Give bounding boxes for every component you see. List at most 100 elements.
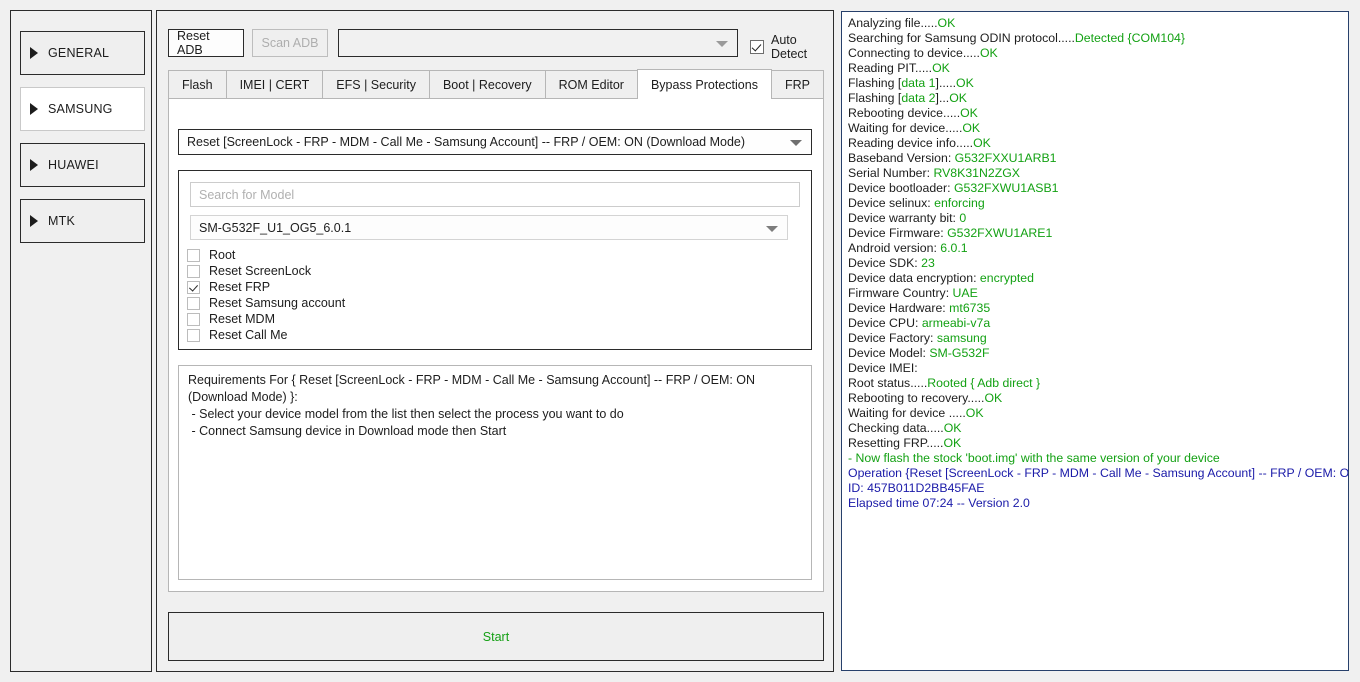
sidebar-item-label: MTK bbox=[48, 214, 75, 228]
option-reset-call-me[interactable]: Reset Call Me bbox=[187, 327, 587, 343]
log-line: Operation {Reset [ScreenLock - FRP - MDM… bbox=[848, 466, 1348, 481]
log-segment: Operation {Reset [ScreenLock - FRP - MDM… bbox=[848, 466, 1349, 480]
log-segment: Device bootloader: bbox=[848, 181, 954, 195]
log-line: Rebooting device.....OK bbox=[848, 106, 1343, 121]
log-line: Android version: 6.0.1 bbox=[848, 241, 1343, 256]
log-segment: data 2 bbox=[901, 91, 936, 105]
log-segment: G532FXXU1ARB1 bbox=[954, 151, 1057, 165]
sidebar: GENERAL SAMSUNG HUAWEI MTK bbox=[10, 10, 152, 672]
log-segment: G532FXWU1ARE1 bbox=[947, 226, 1053, 240]
model-search-input[interactable] bbox=[190, 182, 800, 207]
auto-detect-checkbox[interactable]: Auto Detect bbox=[750, 33, 824, 61]
option-reset-frp[interactable]: Reset FRP bbox=[187, 279, 587, 295]
model-group-box: SM-G532F_U1_OG5_6.0.1 Root Reset ScreenL… bbox=[178, 170, 812, 350]
option-label: Reset ScreenLock bbox=[209, 264, 312, 278]
option-reset-mdm[interactable]: Reset MDM bbox=[187, 311, 587, 327]
checkbox-box bbox=[187, 296, 200, 310]
sidebar-item-general[interactable]: GENERAL bbox=[20, 31, 145, 75]
adb-toolbar: Reset ADB Scan ADB Auto Detect bbox=[168, 29, 824, 61]
log-line: Searching for Samsung ODIN protocol.....… bbox=[848, 31, 1343, 46]
requirements-line: - Connect Samsung device in Download mod… bbox=[188, 424, 507, 438]
tab-label: Flash bbox=[182, 78, 213, 92]
tab-label: EFS | Security bbox=[336, 78, 416, 92]
log-segment: Device warranty bit: bbox=[848, 211, 960, 225]
log-segment: Elapsed time 07:24 -- Version 2.0 bbox=[848, 496, 1030, 510]
log-segment: Detected {COM104} bbox=[1074, 31, 1185, 45]
sidebar-item-huawei[interactable]: HUAWEI bbox=[20, 143, 145, 187]
log-segment: Device Hardware: bbox=[848, 301, 950, 315]
log-segment: ]..... bbox=[935, 76, 957, 90]
log-segment: Device data encryption: bbox=[848, 271, 980, 285]
log-output-panel[interactable]: Analyzing file.....OK Searching for Samsu… bbox=[841, 11, 1349, 671]
chevron-down-icon bbox=[790, 140, 802, 146]
tab-label: Boot | Recovery bbox=[442, 78, 532, 92]
tab-content-panel: Reset [ScreenLock - FRP - MDM - Call Me … bbox=[168, 98, 824, 592]
tab-boot-recovery[interactable]: Boot | Recovery bbox=[428, 70, 546, 99]
log-segment: Connecting to device..... bbox=[848, 46, 980, 60]
log-segment: - Now flash the stock 'boot.img' with th… bbox=[848, 451, 1220, 465]
log-line: Device SDK: 23 bbox=[848, 256, 1343, 271]
log-segment: OK bbox=[943, 436, 962, 450]
sidebar-item-samsung[interactable]: SAMSUNG bbox=[20, 87, 145, 131]
log-segment: Reading PIT..... bbox=[848, 61, 933, 75]
model-combobox[interactable]: SM-G532F_U1_OG5_6.0.1 bbox=[190, 215, 788, 240]
log-line: Device CPU: armeabi-v7a bbox=[848, 316, 1343, 331]
log-segment: Root status..... bbox=[848, 376, 928, 390]
log-segment: encrypted bbox=[979, 271, 1034, 285]
model-selected-label: SM-G532F_U1_OG5_6.0.1 bbox=[199, 220, 352, 235]
sidebar-item-mtk[interactable]: MTK bbox=[20, 199, 145, 243]
option-label: Reset MDM bbox=[209, 312, 275, 326]
log-line: Device Factory: samsung bbox=[848, 331, 1343, 346]
log-segment: Flashing [ bbox=[848, 91, 902, 105]
log-line: Device Firmware: G532FXWU1ARE1 bbox=[848, 226, 1343, 241]
log-line: Device warranty bit: 0 bbox=[848, 211, 1343, 226]
operation-combobox[interactable]: Reset [ScreenLock - FRP - MDM - Call Me … bbox=[178, 129, 812, 155]
tab-flash[interactable]: Flash bbox=[168, 70, 227, 99]
log-line: - Now flash the stock 'boot.img' with th… bbox=[848, 451, 1343, 466]
option-reset-screenlock[interactable]: Reset ScreenLock bbox=[187, 263, 587, 279]
tab-frp[interactable]: FRP bbox=[770, 70, 824, 99]
log-line: Device data encryption: encrypted bbox=[848, 271, 1343, 286]
log-segment: armeabi-v7a bbox=[921, 316, 991, 330]
log-line: Connecting to device.....OK bbox=[848, 46, 1343, 61]
sidebar-item-label: SAMSUNG bbox=[48, 102, 113, 116]
tab-efs-security[interactable]: EFS | Security bbox=[322, 70, 430, 99]
start-button-label: Start bbox=[482, 629, 510, 644]
log-segment: OK bbox=[965, 406, 984, 420]
log-line: Serial Number: RV8K31N2ZGX bbox=[848, 166, 1343, 181]
log-segment: Searching for Samsung ODIN protocol..... bbox=[848, 31, 1075, 45]
log-line: Flashing [data 1].....OK bbox=[848, 76, 1343, 91]
log-segment: OK bbox=[984, 391, 1003, 405]
log-segment: OK bbox=[956, 76, 974, 90]
log-line: Device Hardware: mt6735 bbox=[848, 301, 1343, 316]
log-segment: data 1 bbox=[901, 76, 936, 90]
log-segment: OK bbox=[937, 16, 956, 30]
option-root[interactable]: Root bbox=[187, 247, 587, 263]
tab-rom-editor[interactable]: ROM Editor bbox=[544, 70, 638, 99]
main-panel: Reset ADB Scan ADB Auto Detect Flash IME… bbox=[156, 10, 834, 672]
chevron-down-icon bbox=[766, 225, 778, 232]
log-segment: Device SDK: bbox=[848, 256, 922, 270]
requirements-line: - Select your device model from the list… bbox=[188, 407, 624, 421]
chevron-right-icon bbox=[30, 103, 38, 115]
option-reset-samsung-account[interactable]: Reset Samsung account bbox=[187, 295, 587, 311]
log-line: Waiting for device.....OK bbox=[848, 121, 1343, 136]
auto-detect-label: Auto Detect bbox=[771, 33, 808, 61]
scan-adb-button[interactable]: Scan ADB bbox=[252, 29, 328, 57]
sidebar-item-label: HUAWEI bbox=[48, 158, 99, 172]
chevron-down-icon bbox=[716, 41, 728, 47]
log-line: Checking data.....OK bbox=[848, 421, 1343, 436]
start-button[interactable]: Start bbox=[168, 612, 824, 661]
log-line: Device IMEI: bbox=[848, 361, 1343, 376]
log-line: Flashing [data 2]...OK bbox=[848, 91, 1343, 106]
adb-port-combobox[interactable] bbox=[338, 29, 738, 57]
log-segment: OK bbox=[979, 46, 998, 60]
option-label: Reset Samsung account bbox=[209, 296, 346, 310]
log-line: Analyzing file.....OK bbox=[848, 16, 1343, 31]
log-segment: Baseband Version: bbox=[848, 151, 955, 165]
log-segment: G532FXWU1ASB1 bbox=[953, 181, 1059, 195]
log-segment: Waiting for device ..... bbox=[848, 406, 966, 420]
tab-bypass-protections[interactable]: Bypass Protections bbox=[636, 69, 772, 99]
reset-adb-button[interactable]: Reset ADB bbox=[168, 29, 244, 57]
tab-imei-cert[interactable]: IMEI | CERT bbox=[225, 70, 324, 99]
